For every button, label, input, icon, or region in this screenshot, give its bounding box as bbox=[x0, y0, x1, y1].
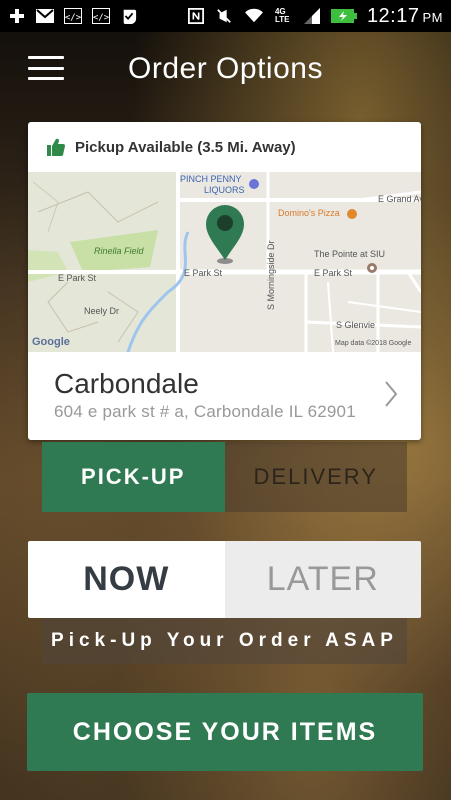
plus-icon bbox=[10, 9, 24, 23]
check-icon bbox=[123, 9, 137, 24]
pickup-availability: Pickup Available (3.5 Mi. Away) bbox=[28, 122, 421, 172]
map-label: Neely Dr bbox=[84, 306, 120, 316]
thumbs-up-icon bbox=[47, 138, 65, 157]
wifi-icon bbox=[245, 8, 263, 23]
delivery-tab[interactable]: DELIVERY bbox=[224, 442, 407, 512]
store-city: Carbondale bbox=[54, 368, 199, 399]
status-bar: </> </> 4G LTE 12:17 PM bbox=[0, 0, 451, 32]
battery-icon bbox=[330, 9, 357, 23]
google-logo: Google bbox=[32, 336, 70, 348]
order-type-toggle: PICK-UP DELIVERY bbox=[42, 442, 407, 512]
location-card[interactable]: Pickup Available (3.5 Mi. Away) PINCH PE… bbox=[28, 122, 421, 440]
map-label: The Pointe at SIU bbox=[314, 249, 386, 259]
store-map[interactable]: PINCH PENNY LIQUORS E Grand Av Domino's … bbox=[28, 172, 421, 352]
map-label: E Park St bbox=[58, 273, 97, 283]
order-time-description: Pick-Up Your Order ASAP bbox=[42, 618, 407, 664]
availability-text: Pickup Available (3.5 Mi. Away) bbox=[75, 138, 296, 156]
nfc-icon bbox=[187, 8, 204, 24]
code-icon: </> bbox=[64, 8, 82, 24]
map-label: S Glenvie bbox=[336, 320, 376, 330]
network-type: 4G LTE bbox=[274, 7, 290, 24]
chevron-right-icon[interactable] bbox=[383, 380, 399, 408]
signal-icon bbox=[303, 8, 320, 24]
pickup-tab[interactable]: PICK-UP bbox=[42, 442, 225, 512]
later-option[interactable]: LATER bbox=[224, 541, 421, 618]
map-label: S Morningside Dr bbox=[266, 240, 276, 310]
map-label: LIQUORS bbox=[204, 185, 245, 195]
svg-text:</>: </> bbox=[65, 13, 82, 23]
map-label: Rinella Field bbox=[94, 246, 144, 256]
map-label: Domino's Pizza bbox=[278, 208, 340, 218]
map-label: E Park St bbox=[184, 268, 223, 278]
map-label: E Grand Av bbox=[378, 194, 421, 204]
map-label: E Park St bbox=[314, 268, 353, 278]
page-title: Order Options bbox=[128, 52, 323, 85]
map-label: PINCH PENNY bbox=[180, 174, 242, 184]
map-attribution: Map data ©2018 Google bbox=[335, 340, 412, 347]
order-time-toggle: NOW LATER bbox=[28, 541, 421, 618]
now-option[interactable]: NOW bbox=[28, 541, 225, 618]
mute-icon bbox=[217, 9, 231, 23]
code-icon: </> bbox=[92, 8, 110, 24]
store-location-row[interactable]: Carbondale 604 e park st # a, Carbondale… bbox=[28, 352, 421, 440]
clock: 12:17 PM bbox=[366, 4, 443, 27]
svg-text:</>: </> bbox=[93, 13, 110, 23]
store-address: 604 e park st # a, Carbondale IL 62901 bbox=[54, 402, 356, 421]
gmail-icon bbox=[36, 9, 54, 23]
choose-items-button[interactable]: CHOOSE YOUR ITEMS bbox=[27, 693, 423, 771]
